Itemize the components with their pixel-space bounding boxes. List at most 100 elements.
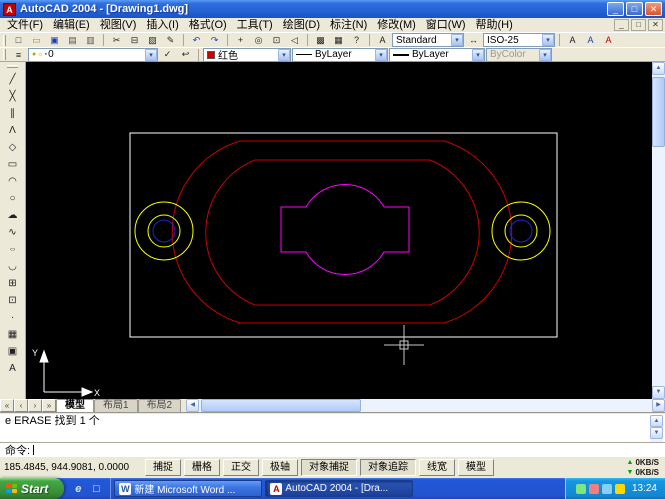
scroll-up-button[interactable]: ▲: [650, 415, 663, 427]
maximize-button[interactable]: □: [626, 2, 643, 16]
vertical-scrollbar[interactable]: ▲ ▼: [652, 62, 665, 399]
tray-icon-2[interactable]: [588, 483, 599, 494]
scroll-down-button[interactable]: ▼: [650, 427, 663, 439]
vertical-scroll-track[interactable]: [652, 147, 665, 386]
match-properties-button[interactable]: ✎: [162, 33, 179, 48]
mdi-close-button[interactable]: ✕: [648, 19, 663, 31]
tab-next-button[interactable]: ›: [28, 399, 42, 412]
dim-style-select[interactable]: ISO-25 ▾: [483, 33, 555, 47]
properties-button[interactable]: ▩: [312, 33, 329, 48]
polygon-button[interactable]: ◇: [3, 139, 23, 155]
tab-last-button[interactable]: »: [42, 399, 56, 412]
tray-icon-4[interactable]: [614, 483, 625, 494]
status-osnap-button[interactable]: 对象捕捉: [301, 459, 357, 476]
save-button[interactable]: ▣: [46, 33, 63, 48]
status-otrack-button[interactable]: 对象追踪: [360, 459, 416, 476]
insert-block-button[interactable]: ⊞: [3, 275, 23, 291]
menu-format[interactable]: 格式(O): [184, 18, 232, 32]
scroll-left-button[interactable]: ◀: [186, 399, 200, 412]
dropdown-arrow-icon[interactable]: ▾: [472, 48, 484, 61]
drawing-canvas[interactable]: Y X: [26, 62, 652, 399]
taskbar-clock[interactable]: 13:24: [632, 483, 657, 494]
dropdown-arrow-icon[interactable]: ▾: [542, 34, 554, 46]
designcenter-button[interactable]: ▦: [330, 33, 347, 48]
menu-dimension[interactable]: 标注(N): [325, 18, 372, 32]
menu-view[interactable]: 视图(V): [95, 18, 142, 32]
undo-button[interactable]: ↶: [188, 33, 205, 48]
paste-button[interactable]: ▧: [144, 33, 161, 48]
mdi-restore-button[interactable]: □: [631, 19, 646, 31]
help-button[interactable]: ?: [348, 33, 365, 48]
make-object-layer-current-button[interactable]: ✓: [159, 47, 176, 62]
menu-modify[interactable]: 修改(M): [372, 18, 421, 32]
text-tool-button-2[interactable]: A: [582, 33, 599, 48]
menu-help[interactable]: 帮助(H): [471, 18, 518, 32]
zoom-previous-button[interactable]: ◁: [286, 33, 303, 48]
scroll-up-button[interactable]: ▲: [652, 62, 665, 75]
lineweight-select[interactable]: ByLayer ▾: [389, 47, 485, 62]
menu-insert[interactable]: 插入(I): [141, 18, 183, 32]
text-style-button[interactable]: A: [374, 33, 391, 48]
toolbar-grip[interactable]: [7, 65, 18, 68]
ie-icon[interactable]: e: [71, 482, 85, 496]
multiline-button[interactable]: ∥: [3, 105, 23, 121]
text-tool-button-1[interactable]: A: [564, 33, 581, 48]
zoom-button[interactable]: ◎: [250, 33, 267, 48]
start-button[interactable]: Start: [0, 478, 65, 499]
point-button[interactable]: ∙: [3, 309, 23, 325]
status-polar-button[interactable]: 极轴: [262, 459, 298, 476]
toolbar-grip[interactable]: [3, 49, 6, 60]
arc-button[interactable]: ◠: [3, 173, 23, 189]
text-style-select[interactable]: Standard ▾: [392, 33, 464, 47]
ellipse-button[interactable]: ○: [3, 241, 23, 257]
status-ortho-button[interactable]: 正交: [223, 459, 259, 476]
tab-layout2[interactable]: 布局2: [137, 399, 182, 412]
spline-button[interactable]: ∿: [3, 224, 23, 240]
menu-window[interactable]: 窗口(W): [421, 18, 471, 32]
command-history[interactable]: e ERASE 找到 1 个: [2, 415, 649, 441]
coordinates-display[interactable]: 185.4845, 944.9081, 0.0000: [4, 462, 142, 473]
tab-previous-button[interactable]: ‹: [14, 399, 28, 412]
rectangle-button[interactable]: ▭: [3, 156, 23, 172]
horizontal-scrollbar[interactable]: ◀ ▶: [186, 399, 665, 412]
tray-icon-3[interactable]: [601, 483, 612, 494]
status-model-button[interactable]: 模型: [458, 459, 494, 476]
scroll-right-button[interactable]: ▶: [652, 399, 665, 412]
cut-button[interactable]: ✂: [108, 33, 125, 48]
status-grid-button[interactable]: 栅格: [184, 459, 220, 476]
taskbar-item-autocad[interactable]: A AutoCAD 2004 - [Dra...: [265, 480, 414, 497]
layers-button[interactable]: ≡: [10, 47, 27, 62]
menu-edit[interactable]: 编辑(E): [48, 18, 95, 32]
new-button[interactable]: □: [10, 33, 27, 48]
layer-previous-button[interactable]: ↩: [177, 47, 194, 62]
pan-button[interactable]: +: [232, 33, 249, 48]
status-snap-button[interactable]: 捕捉: [145, 459, 181, 476]
scroll-down-button[interactable]: ▼: [652, 386, 665, 399]
toolbar-grip[interactable]: [3, 34, 6, 46]
dropdown-arrow-icon[interactable]: ▾: [145, 48, 157, 61]
tab-first-button[interactable]: «: [0, 399, 14, 412]
linetype-select[interactable]: ByLayer ▾: [292, 47, 388, 62]
circle-button[interactable]: ○: [3, 190, 23, 206]
ellipse-arc-button[interactable]: ◡: [3, 258, 23, 274]
show-desktop-icon[interactable]: □: [89, 482, 103, 496]
open-button[interactable]: ▭: [28, 33, 45, 48]
line-button[interactable]: ╱: [3, 71, 23, 87]
copy-button[interactable]: ⊟: [126, 33, 143, 48]
mdi-minimize-button[interactable]: _: [614, 19, 629, 31]
tab-layout1[interactable]: 布局1: [94, 399, 138, 412]
command-input[interactable]: 命令:: [0, 442, 665, 457]
dropdown-arrow-icon[interactable]: ▾: [278, 48, 290, 61]
text-tool-button-3[interactable]: A: [600, 33, 617, 48]
revcloud-button[interactable]: ☁: [3, 207, 23, 223]
print-button[interactable]: ▤: [64, 33, 81, 48]
menu-file[interactable]: 文件(F): [2, 18, 48, 32]
hatch-button[interactable]: ▦: [3, 326, 23, 342]
tab-model[interactable]: 模型: [56, 399, 94, 412]
dropdown-arrow-icon[interactable]: ▾: [451, 34, 463, 46]
mtext-button[interactable]: A: [3, 360, 23, 376]
status-lineweight-button[interactable]: 线宽: [419, 459, 455, 476]
menu-draw[interactable]: 绘图(D): [278, 18, 325, 32]
redo-button[interactable]: ↷: [206, 33, 223, 48]
taskbar-item-word[interactable]: W 新建 Microsoft Word ...: [114, 480, 263, 497]
